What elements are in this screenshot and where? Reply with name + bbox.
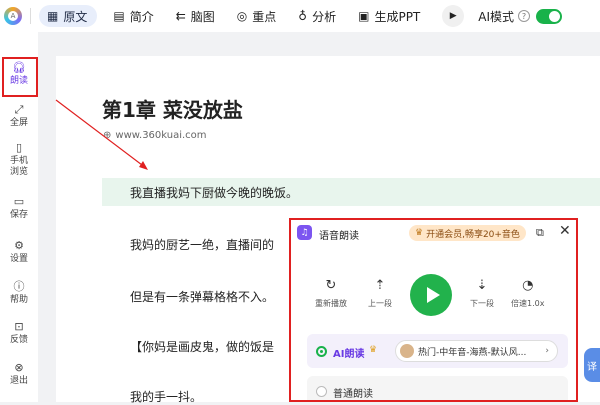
speed-icon: ◔ (522, 278, 534, 293)
tts-panel-title: 语音朗读 (319, 231, 359, 242)
radio-dot (320, 350, 323, 353)
normal-read-option[interactable]: 普通朗读 (307, 376, 568, 400)
next-icon: ⇣ (476, 278, 488, 293)
radio-unselected[interactable] (316, 386, 327, 397)
voice-label: 热门-中年音-海燕-默认风... (418, 347, 527, 358)
vip-upgrade-badge[interactable]: ♛ 开通会员,畅享20+音色 (409, 225, 526, 241)
headphones-icon: ♫ (297, 225, 312, 240)
replay-button[interactable]: ↻ 重新播放 (315, 278, 347, 309)
vip-text: 开通会员,畅享20+音色 (426, 229, 520, 240)
next-label: 下一段 (470, 299, 494, 308)
avatar (400, 344, 414, 358)
voice-selector[interactable]: 热门-中年音-海燕-默认风... › (395, 340, 558, 362)
ai-read-option[interactable]: AI朗读 ♛ 热门-中年音-海燕-默认风... › (307, 334, 568, 368)
normal-read-label: 普通朗读 (333, 389, 373, 400)
pip-icon[interactable]: ⧉ (536, 226, 544, 240)
tts-panel-header: ♫ 语音朗读 ♛ 开通会员,畅享20+音色 ⧉ ✕ (291, 220, 576, 246)
next-paragraph-button[interactable]: ⇣ 下一段 (470, 278, 494, 309)
close-icon[interactable]: ✕ (559, 223, 571, 239)
crown-icon: ♛ (369, 345, 378, 355)
play-button[interactable] (410, 274, 452, 316)
play-icon (426, 287, 440, 303)
speed-button[interactable]: ◔ 倍速1.0x (511, 278, 544, 309)
prev-icon: ⇡ (374, 278, 386, 293)
radio-selected[interactable] (316, 346, 327, 357)
crown-icon: ♛ (415, 228, 424, 238)
tts-panel: ♫ 语音朗读 ♛ 开通会员,畅享20+音色 ⧉ ✕ ↻ 重新播放 ⇡ 上一段 ⇣… (289, 218, 578, 402)
prev-paragraph-button[interactable]: ⇡ 上一段 (368, 278, 392, 309)
speed-label: 倍速1.0x (511, 299, 545, 308)
replay-label: 重新播放 (315, 299, 347, 308)
translate-button[interactable]: 译 (584, 348, 600, 382)
chevron-right-icon: › (545, 346, 549, 356)
ai-read-label: AI朗读 (333, 349, 365, 360)
replay-icon: ↻ (325, 278, 337, 293)
prev-label: 上一段 (368, 299, 392, 308)
